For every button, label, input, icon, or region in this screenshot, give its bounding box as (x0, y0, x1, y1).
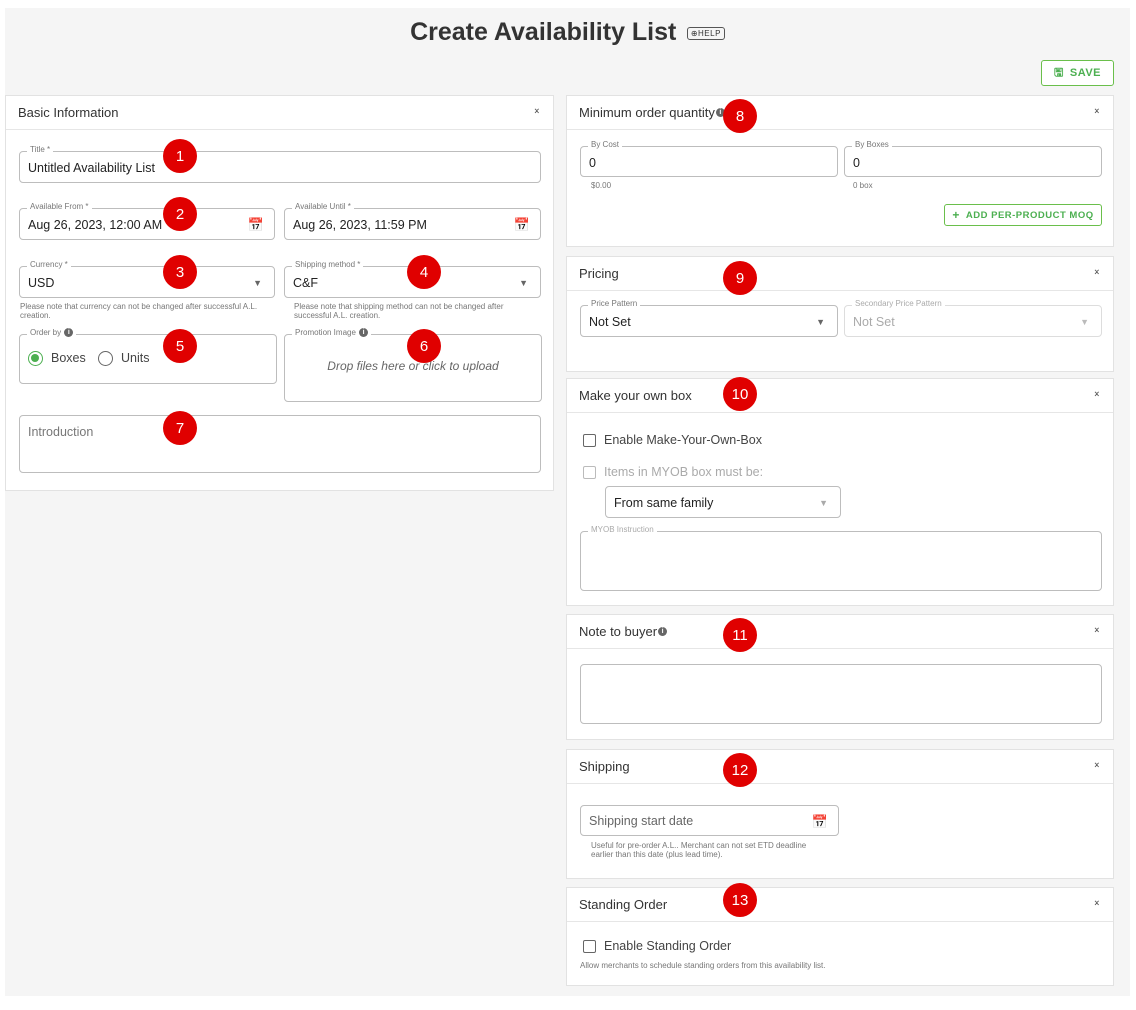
collapse-icon[interactable]: ⌄ ⌃ (1093, 104, 1101, 121)
plus-icon: + (952, 208, 960, 222)
add-per-product-moq-button[interactable]: + ADD PER-PRODUCT MOQ (944, 204, 1102, 226)
save-button[interactable]: 🖫 SAVE (1041, 60, 1114, 86)
myob-items-checkbox[interactable] (583, 466, 596, 479)
by-cost-input[interactable]: By Cost 0 (580, 140, 838, 177)
page-canvas: Create Availability List ⊕HELP 🖫 SAVE Ba… (5, 8, 1130, 996)
help-button[interactable]: ⊕HELP (686, 27, 725, 40)
collapse-icon[interactable]: ⌄ ⌃ (1093, 387, 1101, 404)
enable-standing-order-label: Enable Standing Order (604, 939, 732, 953)
shipping-method-hint: Please note that shipping method can not… (294, 302, 504, 320)
make-your-own-box-card: Make your own box ⌄ ⌃ Enable Make-Your-Ow… (566, 378, 1114, 606)
basic-information-card: Basic Information ⌄ ⌃ Title * Untitled Av… (5, 95, 554, 491)
collapse-icon[interactable]: ⌄ ⌃ (1093, 758, 1101, 775)
help-icon: ⊕ (690, 29, 699, 38)
order-by-group: Order by i Boxes Units (19, 328, 277, 384)
myob-instruction-textarea[interactable]: MYOB Instruction (580, 525, 1102, 591)
calendar-icon[interactable]: 📅 (514, 217, 530, 233)
annotation-badge-12: 12 (723, 753, 757, 787)
annotation-badge-4: 4 (407, 255, 441, 289)
pricing-card: Pricing ⌄ ⌃ Price Pattern Not Set ▼ Secon… (566, 256, 1114, 372)
annotation-badge-7: 7 (163, 411, 197, 445)
order-by-boxes-radio[interactable] (28, 351, 43, 366)
pricing-header[interactable]: Pricing ⌄ ⌃ (567, 257, 1113, 291)
enable-standing-order-checkbox[interactable] (583, 940, 596, 953)
myob-family-select[interactable]: From same family ▼ (605, 486, 841, 518)
collapse-icon[interactable]: ⌄ ⌃ (1093, 896, 1101, 913)
by-cost-hint: $0.00 (591, 181, 612, 190)
order-by-units-label: Units (121, 351, 150, 365)
annotation-badge-11: 11 (723, 618, 757, 652)
annotation-badge-5: 5 (163, 329, 197, 363)
introduction-textarea[interactable]: Introduction (19, 415, 541, 473)
myob-header[interactable]: Make your own box ⌄ ⌃ (567, 379, 1113, 413)
annotation-badge-3: 3 (163, 255, 197, 289)
chevron-down-icon: ▼ (253, 278, 262, 288)
dropzone-text: Drop files here or click to upload (327, 359, 499, 373)
save-icon: 🖫 (1053, 66, 1064, 79)
annotation-badge-8: 8 (723, 99, 757, 133)
annotation-badge-13: 13 (723, 883, 757, 917)
collapse-icon[interactable]: ⌄ ⌃ (533, 104, 541, 121)
chevron-down-icon: ▼ (816, 317, 825, 327)
standing-order-header[interactable]: Standing Order ⌄ ⌃ (567, 888, 1113, 922)
note-to-buyer-header[interactable]: Note to buyer i ⌄ ⌃ (567, 615, 1113, 649)
collapse-icon[interactable]: ⌄ ⌃ (1093, 623, 1101, 640)
by-boxes-input[interactable]: By Boxes 0 (844, 140, 1102, 177)
collapse-icon[interactable]: ⌄ ⌃ (1093, 265, 1101, 282)
calendar-icon[interactable]: 📅 (248, 217, 264, 233)
info-icon: i (359, 328, 369, 338)
minimum-order-quantity-card: Minimum order quantity i ⌄ ⌃ By Cost 0 $0.… (566, 95, 1114, 247)
chevron-down-icon: ▼ (819, 498, 828, 508)
currency-select[interactable]: Currency * USD ▼ (19, 260, 275, 298)
chevron-down-icon: ▼ (1080, 317, 1089, 327)
shipping-start-date-input[interactable]: Shipping start date 📅 (580, 805, 839, 836)
page-header: Create Availability List ⊕HELP (5, 18, 1130, 47)
secondary-price-pattern-select[interactable]: Secondary Price Pattern Not Set ▼ (844, 299, 1102, 337)
shipping-start-date-hint: Useful for pre-order A.L.. Merchant can … (591, 841, 807, 859)
standing-order-hint: Allow merchants to schedule standing ord… (580, 961, 826, 970)
order-by-units-radio[interactable] (98, 351, 113, 366)
note-to-buyer-card: Note to buyer i ⌄ ⌃ (566, 614, 1114, 740)
price-pattern-select[interactable]: Price Pattern Not Set ▼ (580, 299, 838, 337)
shipping-card: Shipping ⌄ ⌃ Shipping start date 📅 Useful… (566, 749, 1114, 879)
note-to-buyer-textarea[interactable] (580, 664, 1102, 724)
annotation-badge-2: 2 (163, 197, 197, 231)
chevron-down-icon: ▼ (519, 278, 528, 288)
calendar-icon[interactable]: 📅 (812, 814, 828, 830)
annotation-badge-6: 6 (407, 329, 441, 363)
enable-myob-checkbox[interactable] (583, 434, 596, 447)
order-by-boxes-label: Boxes (51, 351, 86, 365)
title-field[interactable]: Title * Untitled Availability List (19, 145, 541, 183)
annotation-badge-10: 10 (723, 377, 757, 411)
info-icon: i (64, 328, 74, 338)
currency-hint: Please note that currency can not be cha… (20, 302, 258, 320)
myob-items-label: Items in MYOB box must be: (604, 465, 764, 479)
info-icon: i (658, 627, 668, 636)
shipping-header[interactable]: Shipping ⌄ ⌃ (567, 750, 1113, 784)
moq-header[interactable]: Minimum order quantity i ⌄ ⌃ (567, 96, 1113, 130)
by-boxes-hint: 0 box (853, 181, 873, 190)
page-title: Create Availability List (410, 18, 677, 46)
basic-information-header[interactable]: Basic Information ⌄ ⌃ (6, 96, 553, 130)
available-until-field[interactable]: Available Until * Aug 26, 2023, 11:59 PM… (284, 202, 541, 240)
enable-myob-label: Enable Make-Your-Own-Box (604, 433, 762, 447)
annotation-badge-1: 1 (163, 139, 197, 173)
available-from-field[interactable]: Available From * Aug 26, 2023, 12:00 AM … (19, 202, 275, 240)
annotation-badge-9: 9 (723, 261, 757, 295)
title-value: Untitled Availability List (28, 161, 155, 175)
standing-order-card: Standing Order ⌄ ⌃ Enable Standing Order … (566, 887, 1114, 986)
